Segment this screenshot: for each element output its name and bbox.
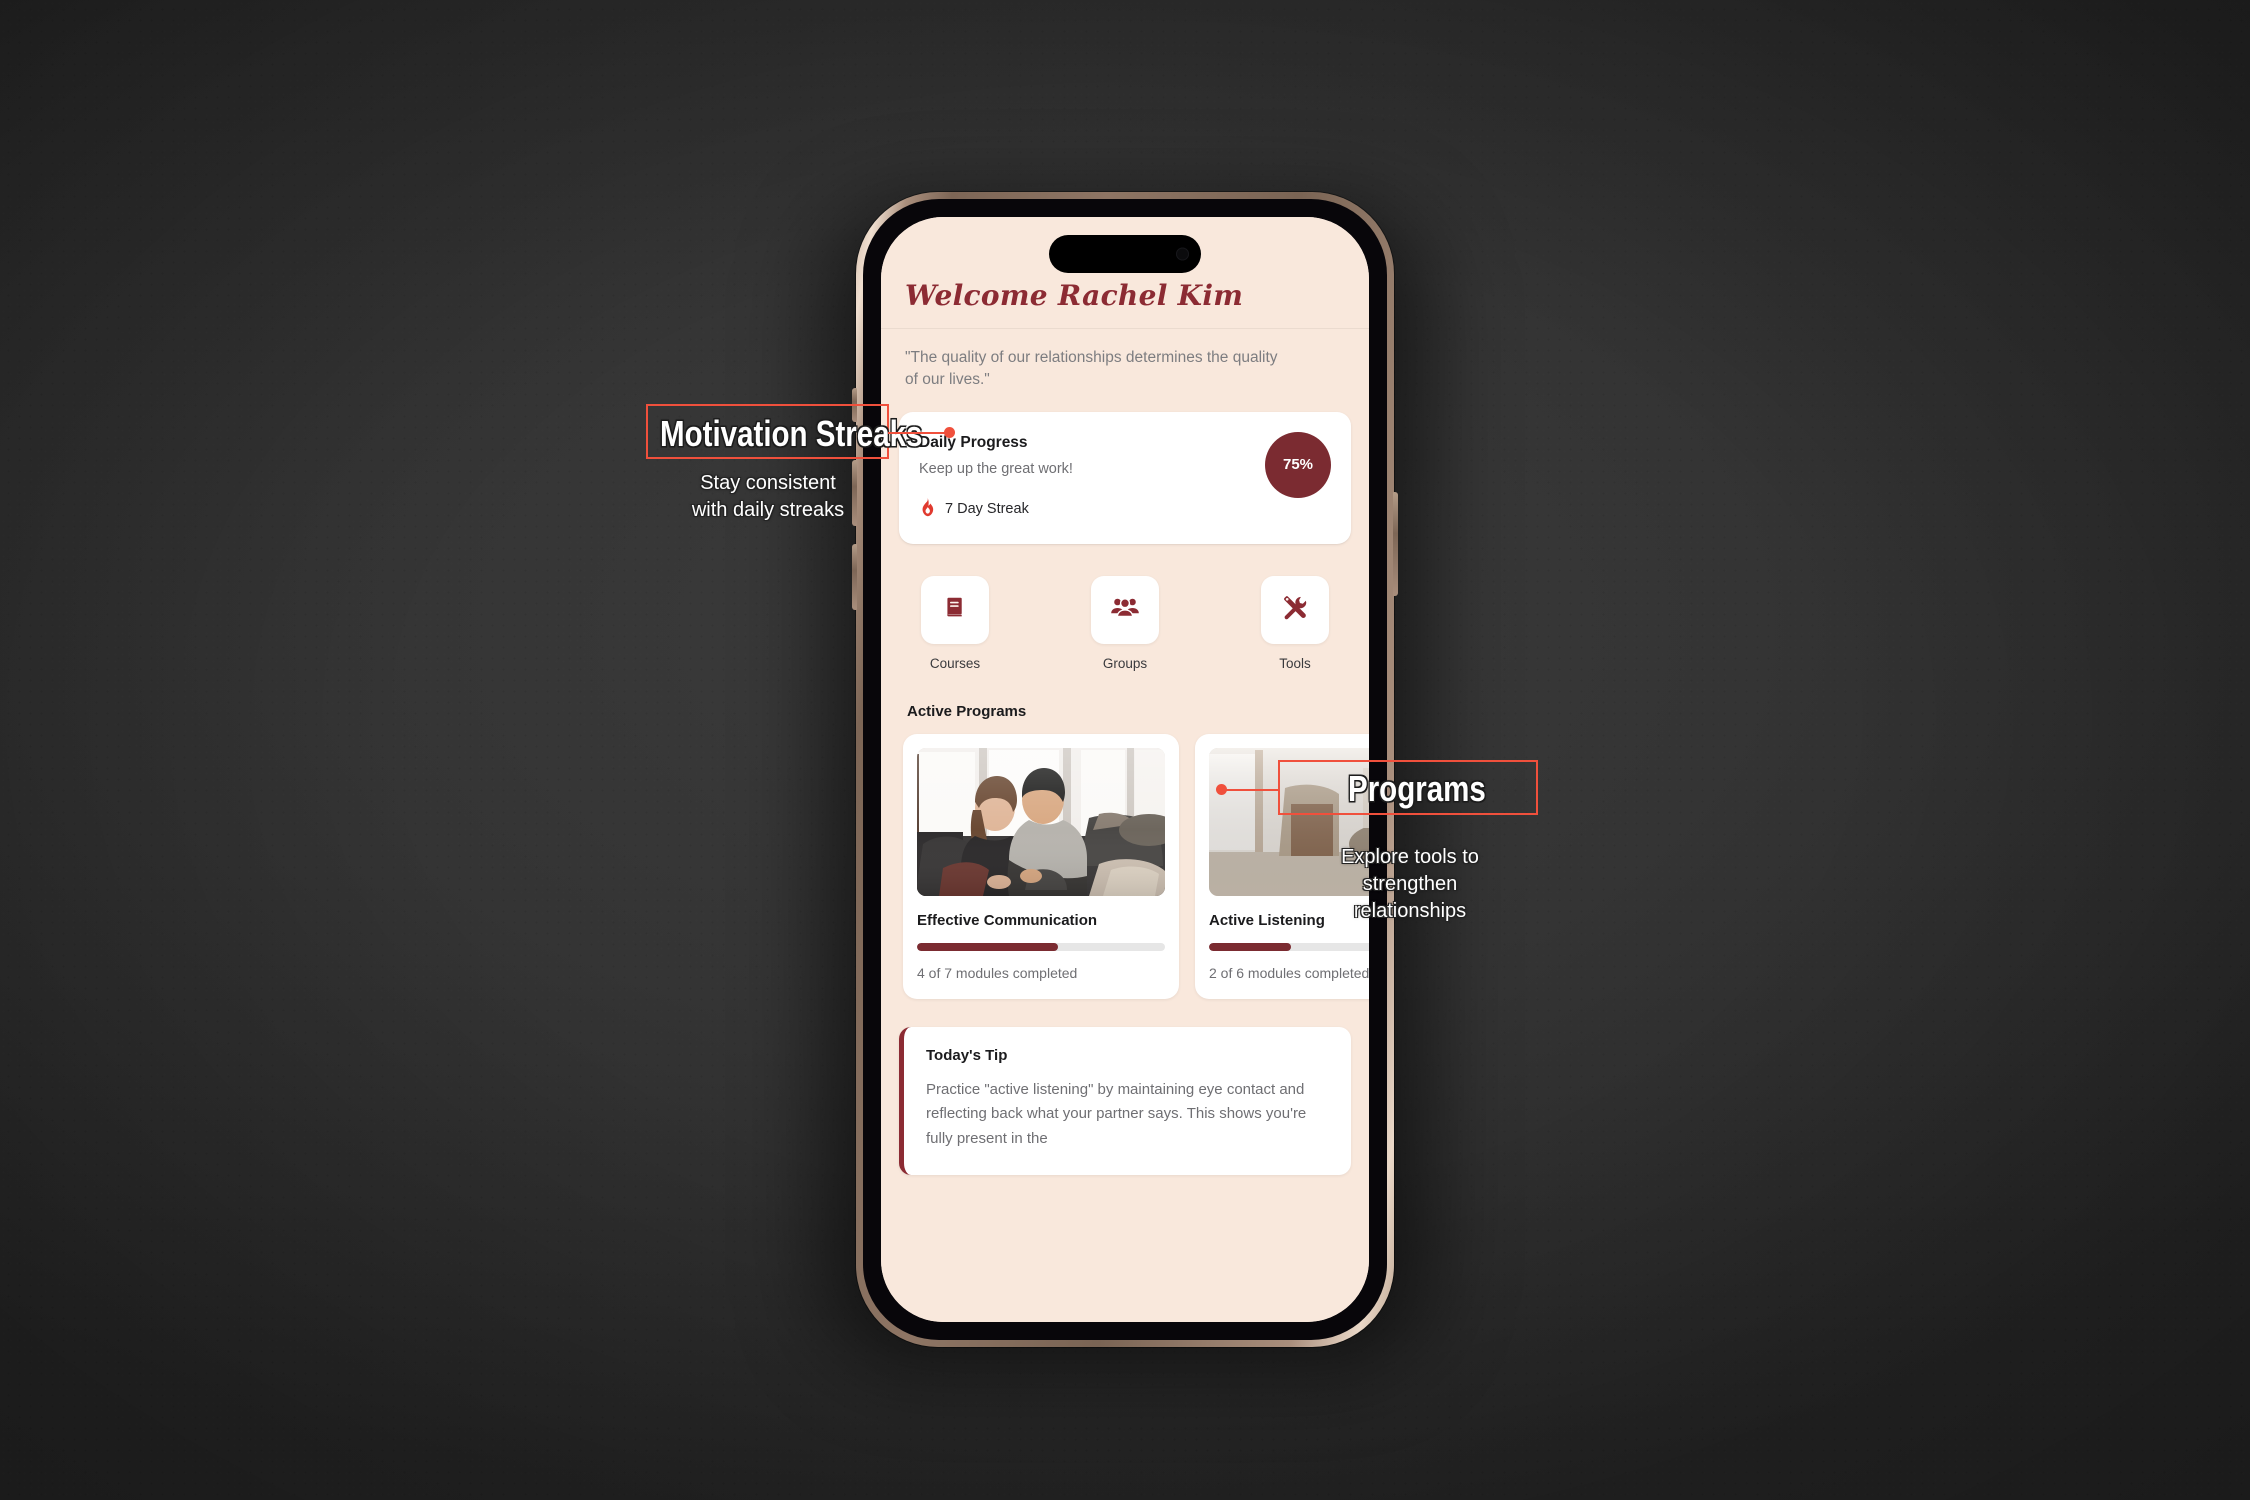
quote-text: "The quality of our relationships determ…: [905, 347, 1345, 392]
quick-action-label: Courses: [929, 655, 981, 671]
program-progress-bar: [917, 942, 1165, 951]
annotation-anchor-dot: [1216, 784, 1227, 795]
annotation-desc-line-3: relationships: [1353, 900, 1467, 922]
program-card[interactable]: Effective Communication 4 of 7 modules c…: [903, 733, 1179, 999]
tip-line-1: Practice "active listening" by maintaini…: [926, 1080, 1223, 1098]
program-progress-label: 4 of 7 modules completed: [917, 964, 1078, 981]
groups-tile[interactable]: [1091, 575, 1159, 644]
people-group-icon: [1110, 595, 1140, 624]
volume-down-button[interactable]: [852, 544, 857, 610]
annotation-description: Stay consistent with daily streaks: [640, 470, 896, 524]
active-programs-heading: Active Programs: [907, 702, 1027, 720]
streak-label: 7 Day Streak: [945, 501, 1029, 518]
app-header: Welcome Rachel Kim: [881, 217, 1369, 329]
annotation-desc-line-2: strengthen: [1362, 873, 1458, 895]
daily-progress-text: Daily Progress Keep up the great work! 7: [919, 432, 1073, 522]
todays-tip-title: Today's Tip: [926, 1046, 1008, 1064]
quick-actions-row: Courses Groups Tools: [907, 575, 1343, 671]
daily-progress-card[interactable]: Daily Progress Keep up the great work! 7: [899, 411, 1351, 544]
program-progress-label: 2 of 6 modules completed: [1209, 964, 1369, 981]
dynamic-island: [1049, 235, 1201, 273]
quick-action-groups[interactable]: Groups: [1077, 575, 1173, 671]
todays-tip-card: Today's Tip Practice "active listening" …: [899, 1026, 1351, 1175]
front-camera-icon: [1176, 247, 1189, 261]
page-title: Welcome Rachel Kim: [905, 279, 1244, 312]
tools-icon: [1282, 594, 1309, 626]
quick-action-label: Tools: [1279, 655, 1311, 671]
program-progress-bar: [1209, 942, 1369, 951]
annotation-desc-line-1: Explore tools to: [1341, 846, 1479, 868]
annotation-desc-line-2: with daily streaks: [691, 499, 845, 521]
annotation-title: Motivation Streaks: [660, 413, 923, 454]
annotation-anchor-dot: [944, 427, 955, 438]
annotation-desc-line-1: Stay consistent: [700, 472, 836, 494]
streak-row: 7 Day Streak: [919, 497, 1073, 522]
daily-quote: "The quality of our relationships determ…: [881, 329, 1369, 408]
daily-progress-title: Daily Progress: [919, 433, 1028, 451]
program-title: Effective Communication: [917, 911, 1098, 929]
daily-progress-subtitle: Keep up the great work!: [919, 460, 1073, 477]
progress-percent-badge: 75%: [1265, 431, 1331, 498]
annotation-leader-line: [1222, 789, 1280, 791]
couple-on-sofa-photo: [917, 747, 1165, 896]
quote-line-1: "The quality of our relationships determ…: [905, 349, 1278, 366]
flame-icon: [919, 497, 936, 522]
power-button[interactable]: [1393, 492, 1398, 596]
program-progress-fill: [917, 942, 1059, 951]
quick-action-label: Groups: [1102, 655, 1148, 671]
annotation-title: Programs: [1348, 768, 1486, 809]
annotation-description: Explore tools to strengthen relationship…: [1330, 844, 1490, 925]
tools-tile[interactable]: [1261, 575, 1329, 644]
quote-line-2: of our lives.": [905, 371, 990, 389]
quick-action-tools[interactable]: Tools: [1247, 575, 1343, 671]
todays-tip-body: Practice "active listening" by maintaini…: [926, 1078, 1329, 1151]
book-icon: [942, 594, 968, 625]
quick-action-courses[interactable]: Courses: [907, 575, 1003, 671]
program-progress-fill: [1209, 942, 1291, 951]
annotation-leader-line: [888, 432, 950, 434]
courses-tile[interactable]: [921, 575, 989, 644]
